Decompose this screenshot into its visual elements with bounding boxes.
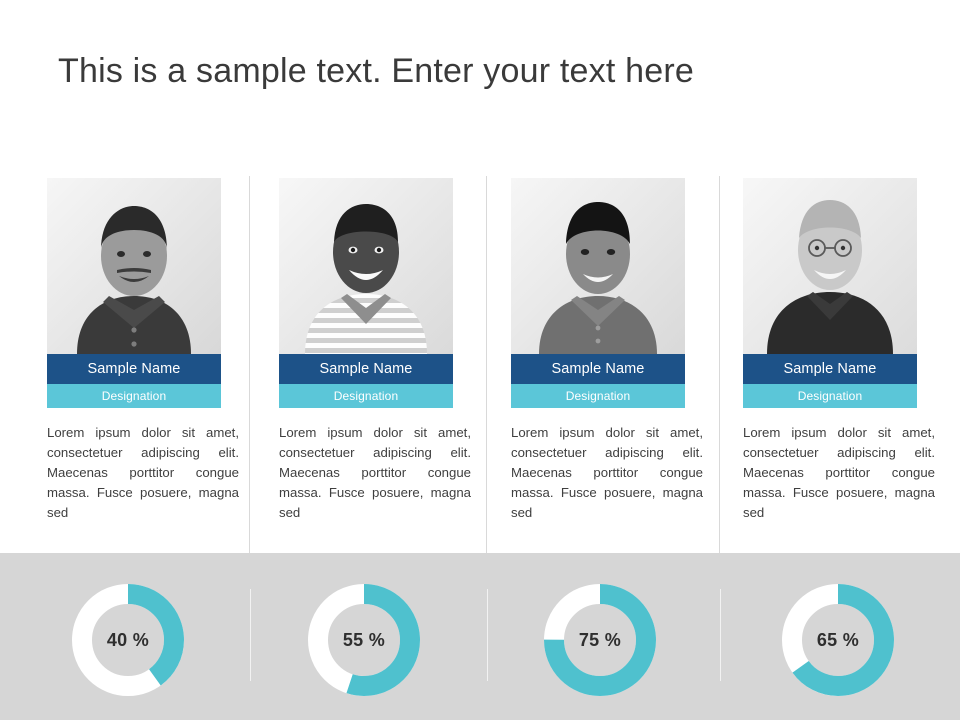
donut-chart: 65 % <box>780 582 896 698</box>
person-portrait-photo <box>279 178 453 354</box>
profile-card[interactable]: Sample Name Designation Lorem ipsum dolo… <box>47 178 239 523</box>
card-name-bar: Sample Name <box>511 354 685 384</box>
person-name: Sample Name <box>783 361 877 377</box>
person-name: Sample Name <box>87 361 181 377</box>
person-portrait-photo <box>743 178 917 354</box>
person-designation: Designation <box>565 389 631 403</box>
donut-percent-label: 75 % <box>578 629 622 650</box>
profile-card[interactable]: Sample Name Designation Lorem ipsum dolo… <box>279 178 471 523</box>
donut-chart: 75 % <box>542 582 658 698</box>
card-divider <box>719 176 720 560</box>
person-name: Sample Name <box>319 361 413 377</box>
person-name: Sample Name <box>551 361 645 377</box>
card-description: Lorem ipsum dolor sit amet, consectetuer… <box>511 425 703 520</box>
slide-canvas: This is a sample text. Enter your text h… <box>0 0 960 720</box>
profile-card[interactable]: Sample Name Designation Lorem ipsum dolo… <box>743 178 935 523</box>
donut-percent-label: 40 % <box>106 629 150 650</box>
card-designation-bar: Designation <box>511 384 685 408</box>
card-description: Lorem ipsum dolor sit amet, consectetuer… <box>743 425 935 520</box>
donut-divider <box>720 589 721 681</box>
card-designation-bar: Designation <box>47 384 221 408</box>
card-description: Lorem ipsum dolor sit amet, consectetuer… <box>279 425 471 520</box>
donut-percent-label: 65 % <box>816 629 860 650</box>
person-portrait-photo <box>511 178 685 354</box>
person-designation: Designation <box>797 389 863 403</box>
card-divider <box>486 176 487 560</box>
card-designation-bar: Designation <box>279 384 453 408</box>
person-designation: Designation <box>333 389 399 403</box>
person-portrait-photo <box>47 178 221 354</box>
page-title: This is a sample text. Enter your text h… <box>58 52 694 90</box>
donut-chart: 40 % <box>70 582 186 698</box>
profile-card[interactable]: Sample Name Designation Lorem ipsum dolo… <box>511 178 703 523</box>
donut-divider <box>487 589 488 681</box>
person-designation: Designation <box>101 389 167 403</box>
donut-chart: 55 % <box>306 582 422 698</box>
card-name-bar: Sample Name <box>743 354 917 384</box>
card-description: Lorem ipsum dolor sit amet, consectetuer… <box>47 425 239 520</box>
card-name-bar: Sample Name <box>279 354 453 384</box>
card-designation-bar: Designation <box>743 384 917 408</box>
donut-divider <box>250 589 251 681</box>
statistics-band: 40 % 55 % 75 % 65 % <box>0 553 960 720</box>
donut-percent-label: 55 % <box>342 629 386 650</box>
card-name-bar: Sample Name <box>47 354 221 384</box>
card-divider <box>249 176 250 560</box>
